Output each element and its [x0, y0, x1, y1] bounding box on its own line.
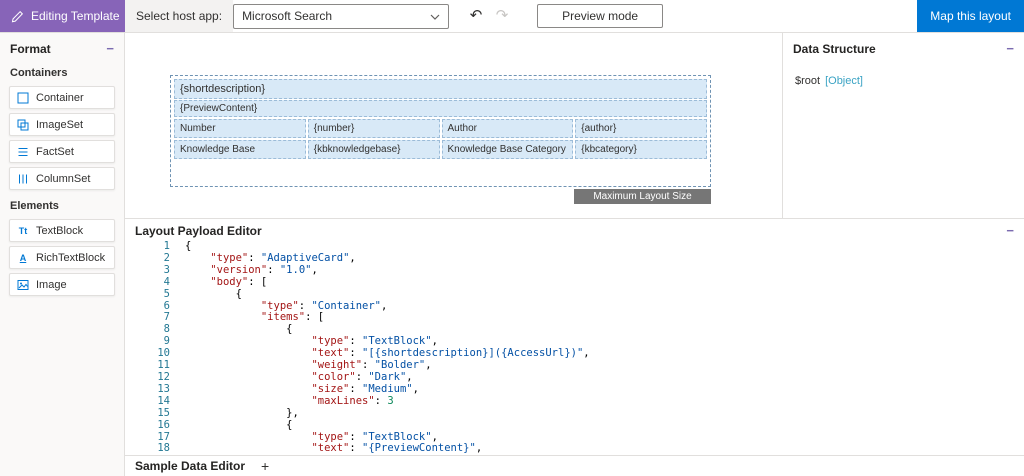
code-line[interactable]: "items": [ [185, 311, 1024, 324]
undo-button[interactable]: ↶ [463, 4, 489, 28]
main-area: Format − Containers Container ImageSet Fact… [0, 33, 1024, 476]
sidebar-item-label: Image [36, 278, 67, 291]
imageset-icon [16, 119, 30, 131]
page-title: Editing Template [31, 9, 120, 23]
section-label: Containers [10, 67, 68, 79]
code-line[interactable]: "maxLines": 3 [185, 395, 1024, 408]
sidebar-item-richtextblock[interactable]: A RichTextBlock [9, 246, 115, 269]
payload-editor-header: Layout Payload Editor − [125, 219, 1024, 241]
format-panel-title: Format [10, 42, 51, 56]
container-icon [16, 92, 30, 104]
sidebar-item-textblock[interactable]: Tt TextBlock [9, 219, 115, 242]
map-this-layout-button[interactable]: Map this layout [917, 0, 1024, 32]
top-bar: Editing Template Select host app: Micros… [0, 0, 1024, 33]
code-line[interactable]: "version": "1.0", [185, 264, 1024, 277]
redo-button[interactable]: ↷ [489, 4, 515, 28]
adaptive-card-template-editor: Editing Template Select host app: Micros… [0, 0, 1024, 476]
columnset-icon [16, 173, 30, 185]
line-number: 15 [157, 406, 170, 419]
code-line[interactable]: "text": "{PreviewContent}", [185, 442, 1024, 455]
host-app-label: Select host app: [125, 0, 234, 32]
fact-value[interactable]: {number} [307, 119, 440, 138]
collapse-format-icon[interactable]: − [106, 42, 114, 55]
line-number: 16 [157, 418, 170, 431]
pencil-icon [11, 10, 24, 23]
sidebar-item-container[interactable]: Container [9, 86, 115, 109]
adaptive-card-preview[interactable]: {shortdescription} {PreviewContent} Numb… [170, 75, 711, 187]
editor-line-numbers: 1 2 3 4 5 6 7 8 9 10 11 12 13 14 15 16 17 18 [125, 241, 185, 455]
fact-title[interactable]: Knowledge Base Category [441, 140, 574, 159]
toolbar: Select host app: Microsoft Search ↶ ↷ Pr… [125, 0, 917, 32]
factset: Number {number} Author {author} Knowledge Ba… [173, 118, 708, 160]
editor-code[interactable]: { "type": "AdaptiveCard", "version": "1.… [185, 241, 1024, 455]
line-number: 3 [163, 263, 170, 276]
sidebar-item-factset[interactable]: FactSet [9, 140, 115, 163]
sidebar-item-label: FactSet [36, 145, 74, 158]
fact-value[interactable]: {kbknowledgebase} [307, 140, 440, 159]
card-preview-textblock[interactable]: {PreviewContent} [174, 100, 707, 117]
fact-value[interactable]: {author} [575, 119, 707, 138]
line-number: 5 [163, 287, 170, 300]
sidebar-item-columnset[interactable]: ColumnSet [9, 167, 115, 190]
max-layout-size-handle[interactable]: Maximum Layout Size [574, 189, 711, 204]
add-sample-data-icon[interactable]: + [261, 459, 269, 473]
sidebar-item-label: RichTextBlock [36, 251, 106, 264]
line-number: 14 [157, 394, 170, 407]
host-app-select[interactable]: Microsoft Search [233, 3, 450, 29]
sidebar-item-label: TextBlock [36, 224, 84, 237]
textblock-icon: Tt [18, 225, 28, 236]
sidebar-item-image[interactable]: Image [9, 273, 115, 296]
line-number: 13 [157, 382, 170, 395]
payload-editor-title: Layout Payload Editor [135, 224, 262, 238]
layout-payload-editor-panel: Layout Payload Editor − 1 2 3 4 5 6 7 8 9 10 11 12 1… [125, 218, 1024, 455]
fact-title[interactable]: Author [441, 119, 574, 138]
sidebar-item-imageset[interactable]: ImageSet [9, 113, 115, 136]
data-structure-root-node[interactable]: $root [Object] [783, 61, 1024, 87]
center-column: {shortdescription} {PreviewContent} Numb… [125, 33, 1024, 476]
sidebar-sections: Containers Container ImageSet FactSet Column… [0, 61, 124, 296]
sample-data-editor-title: Sample Data Editor [135, 459, 246, 473]
card-canvas: {shortdescription} {PreviewContent} Numb… [125, 33, 782, 218]
card-wrapper: {shortdescription} {PreviewContent} Numb… [170, 75, 711, 204]
factset-icon [16, 146, 30, 158]
upper-row: {shortdescription} {PreviewContent} Numb… [125, 33, 1024, 218]
card-title-textblock[interactable]: {shortdescription} [174, 79, 707, 99]
data-structure-panel: Data Structure − $root [Object] [782, 33, 1024, 218]
format-panel-header: Format − [0, 33, 124, 61]
json-payload-editor[interactable]: 1 2 3 4 5 6 7 8 9 10 11 12 13 14 15 16 17 18 { "type": "A… [125, 241, 1024, 455]
fact-value[interactable]: {kbcategory} [575, 140, 707, 159]
sidebar-item-label: ImageSet [36, 118, 84, 131]
code-line[interactable]: }, [185, 407, 1024, 420]
data-structure-title: Data Structure [793, 42, 876, 56]
collapse-data-structure-icon[interactable]: − [1006, 42, 1014, 55]
root-node-type: [Object] [825, 75, 863, 87]
sample-data-editor-bar: Sample Data Editor + [125, 455, 1024, 476]
line-number: 4 [163, 275, 170, 288]
host-app-selected-value: Microsoft Search [242, 9, 333, 23]
richtextblock-icon: A [19, 252, 27, 263]
data-structure-header: Data Structure − [783, 33, 1024, 61]
sidebar-item-label: ColumnSet [36, 172, 91, 185]
code-line[interactable]: "body": [ [185, 276, 1024, 289]
chevron-down-icon [430, 9, 440, 23]
line-number: 18 [157, 442, 170, 455]
section-label: Elements [10, 200, 59, 212]
sidebar-item-label: Container [36, 91, 84, 104]
root-node-label: $root [795, 75, 821, 87]
editing-template-header: Editing Template [0, 0, 125, 32]
image-icon [16, 279, 30, 291]
fact-title[interactable]: Number [174, 119, 306, 138]
collapse-payload-editor-icon[interactable]: − [1006, 224, 1014, 237]
preview-mode-button[interactable]: Preview mode [537, 4, 664, 28]
format-panel: Format − Containers Container ImageSet Fact… [0, 33, 125, 476]
fact-title[interactable]: Knowledge Base [174, 140, 306, 159]
